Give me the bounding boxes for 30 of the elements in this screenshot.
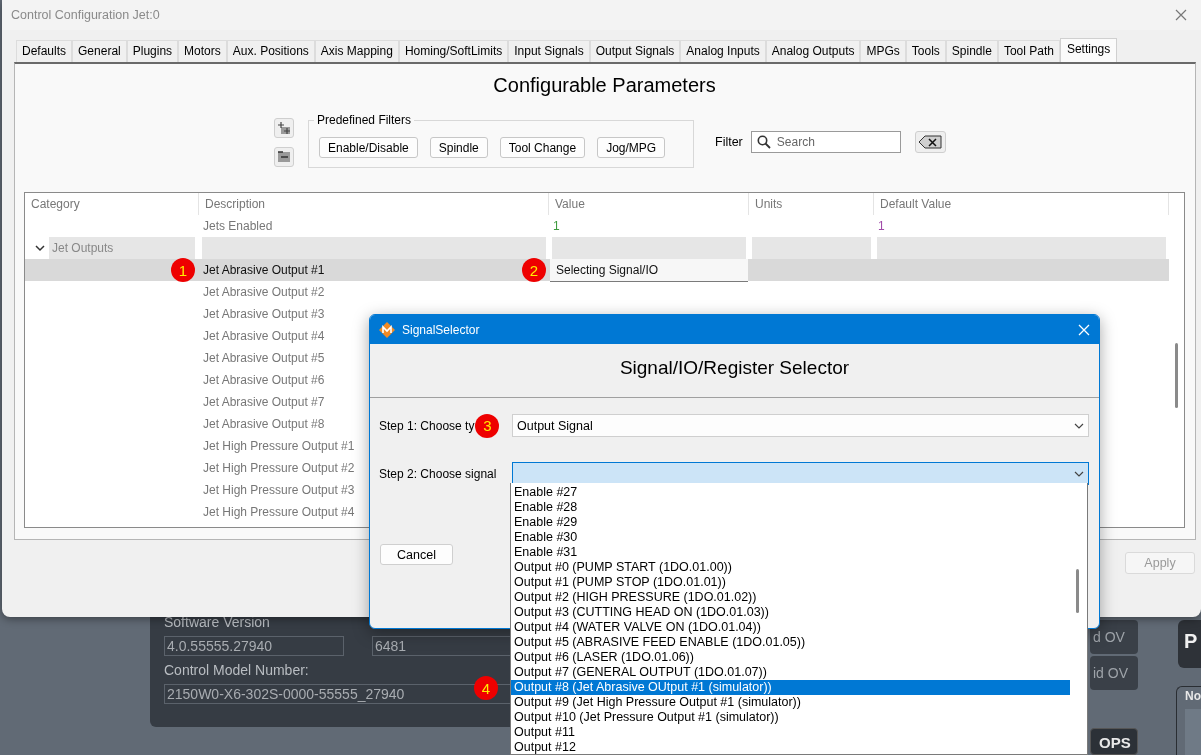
number-marker: 1: [171, 258, 195, 282]
table-cell: Jet Abrasive Output #5: [203, 351, 325, 365]
category-cell: Jet Outputs: [49, 237, 195, 259]
table-cell: Jets Enabled: [203, 219, 273, 233]
number-marker: 3: [475, 413, 500, 438]
table-cell: Jet Abrasive Output #2: [203, 285, 325, 299]
number-marker: 2: [522, 258, 546, 282]
table-cell: Jet High Pressure Output #4: [203, 505, 355, 519]
table-cell: Jet Abrasive Output #4: [203, 329, 325, 343]
step-label: Step 1: Choose ty: [379, 418, 475, 433]
window-title: Control Configuration Jet:0: [11, 8, 160, 22]
table-cell: 1: [878, 219, 885, 233]
dialog-title: SignalSelector: [402, 322, 481, 337]
table-cell: Jet Abrasive Output #1: [203, 263, 325, 277]
filter-label: Filter: [715, 135, 743, 149]
table-cell: Jet High Pressure Output #2: [203, 461, 355, 475]
table-cell: Jet Abrasive Output #8: [203, 417, 325, 431]
step-label: Step 2: Choose signal: [379, 466, 497, 481]
dialog-heading: Signal/IO/Register Selector: [619, 356, 850, 380]
table-cell: Jet Abrasive Output #6: [203, 373, 325, 387]
field-label: Software Version: [164, 614, 270, 630]
field-label: Control Model Number:: [164, 662, 309, 678]
table-cell: Jet Abrasive Output #7: [203, 395, 325, 409]
group-title: Predefined Filters: [314, 113, 415, 127]
panel-heading: Configurable Parameters: [493, 73, 716, 97]
table-cell: Jet High Pressure Output #1: [203, 439, 355, 453]
group-label: No: [1185, 689, 1201, 703]
table-cell: Jet High Pressure Output #3: [203, 483, 355, 497]
table-cell: Jet Abrasive Output #3: [203, 307, 325, 321]
table-cell: 1: [553, 219, 560, 233]
